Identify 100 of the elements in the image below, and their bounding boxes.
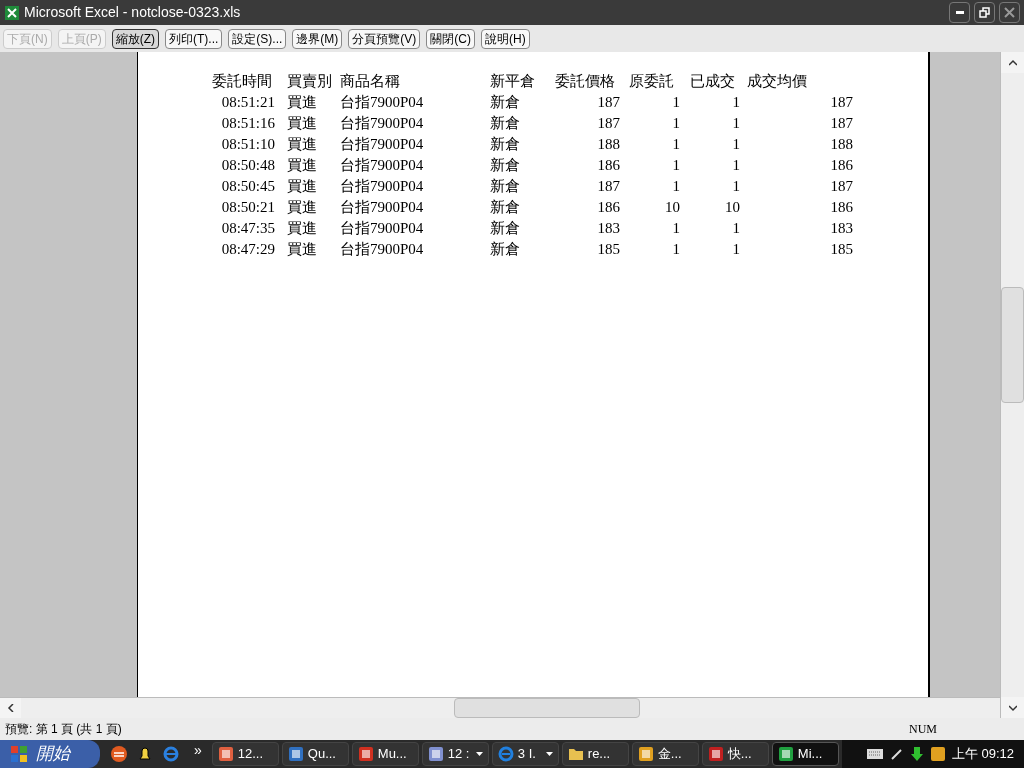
app-icon [217, 746, 234, 762]
app-icon [707, 746, 724, 762]
scroll-left-button[interactable] [0, 698, 21, 718]
table-cell-text: 買進 [286, 114, 318, 134]
table-cell-text: 1 [731, 114, 741, 134]
app-icon [777, 746, 794, 762]
table-cell-text: 08:50:21 [220, 198, 276, 218]
table-cell-text: 187 [596, 114, 621, 134]
table-cell-text: 1 [731, 156, 741, 176]
table-cell-text: 08:51:10 [220, 135, 276, 155]
vertical-scrollbar[interactable] [1000, 52, 1024, 718]
table-cell-text: 買進 [286, 240, 318, 260]
table-cell-text: 1 [671, 156, 681, 176]
taskbar-button[interactable]: 12 : [421, 742, 489, 766]
table-cell-text: 買進 [286, 156, 318, 176]
table-cell-text: 1 [671, 114, 681, 134]
table-cell-text: 187 [829, 93, 854, 113]
table-cell-text: 新倉 [489, 177, 521, 197]
column-header: 原委託 [628, 72, 675, 92]
num-lock-indicator: NUM [909, 721, 938, 738]
table-cell-text: 台指7900P04 [339, 219, 425, 239]
table-cell-text: 台指7900P04 [339, 177, 425, 197]
table-cell-text: 183 [829, 219, 854, 239]
start-button[interactable]: 開始 [0, 740, 100, 768]
table-cell-text: 1 [731, 219, 741, 239]
column-header: 委託價格 [554, 72, 616, 92]
pen-icon[interactable] [889, 747, 904, 761]
table-cell-text: 186 [829, 156, 854, 176]
table-cell-text: 08:50:48 [220, 156, 276, 176]
scroll-thumb[interactable] [1001, 287, 1024, 403]
table-cell-text: 買進 [286, 135, 318, 155]
windows-logo-icon [10, 745, 28, 763]
folder-icon [567, 747, 584, 761]
table-cell-text: 185 [596, 240, 621, 260]
table-cell-text: 1 [731, 240, 741, 260]
taskbar-button[interactable]: 3 I. [491, 742, 559, 766]
column-header: 買賣別 [286, 72, 333, 92]
table-cell-text: 買進 [286, 93, 318, 113]
caret-icon [545, 752, 553, 756]
taskbar-button[interactable]: Qu... [281, 742, 349, 766]
scroll-thumb[interactable] [454, 698, 640, 718]
toolbar-button[interactable]: 關閉(C) [426, 28, 475, 49]
table-cell-text: 新倉 [489, 93, 521, 113]
table-cell-text: 08:47:29 [220, 240, 276, 260]
table-cell-text: 1 [671, 177, 681, 197]
app-icon [637, 746, 654, 762]
restore-button[interactable] [974, 2, 995, 23]
taskbar-button[interactable]: 12... [211, 742, 279, 766]
table-cell-text: 買進 [286, 177, 318, 197]
table-cell-text: 台指7900P04 [339, 240, 425, 260]
table-cell-text: 台指7900P04 [339, 93, 425, 113]
taskbar-button[interactable]: re... [561, 742, 629, 766]
app-icon [357, 746, 374, 762]
minimize-button[interactable] [949, 2, 970, 23]
more-button[interactable]: » [194, 739, 202, 761]
table-cell-text: 台指7900P04 [339, 114, 425, 134]
taskbar-button[interactable]: 快... [701, 742, 769, 766]
app-icon[interactable] [929, 746, 946, 762]
column-header: 已成交 [689, 72, 736, 92]
window-title: Microsoft Excel - notclose-0323.xls [24, 3, 241, 22]
table-cell-text: 187 [596, 93, 621, 113]
taskbar-button[interactable]: 金... [631, 742, 699, 766]
down-arrow-icon[interactable] [909, 746, 924, 762]
toolbar-button[interactable]: 說明(H) [481, 28, 530, 49]
table-cell-text: 買進 [286, 198, 318, 218]
toolbar-button[interactable]: 邊界(M) [292, 28, 343, 49]
taskbar-button[interactable]: Mu... [351, 742, 419, 766]
column-header: 新平倉 [489, 72, 536, 92]
keyboard-icon[interactable] [865, 748, 884, 760]
table-cell-text: 1 [731, 93, 741, 113]
toolbar-button[interactable]: 縮放(Z) [111, 28, 159, 49]
toolbar-button[interactable]: 列印(T)... [165, 28, 223, 49]
browser-icon[interactable] [162, 745, 180, 763]
table-cell-text: 08:51:21 [220, 93, 276, 113]
circle-icon[interactable] [110, 745, 128, 763]
scroll-up-button[interactable] [1001, 52, 1024, 73]
table-cell-text: 187 [829, 177, 854, 197]
taskbar-button[interactable]: Mi... [771, 742, 839, 766]
table-cell-text: 08:50:45 [220, 177, 276, 197]
toolbar-button[interactable]: 設定(S)... [228, 28, 287, 49]
table-cell-text: 新倉 [489, 156, 521, 176]
table-cell-text: 08:51:16 [220, 114, 276, 134]
table-cell-text: 186 [829, 198, 854, 218]
close-button[interactable] [999, 2, 1020, 23]
table-cell-text: 新倉 [489, 114, 521, 134]
bell-icon[interactable] [136, 745, 154, 763]
table-cell-text: 1 [671, 93, 681, 113]
caret-icon [475, 752, 483, 756]
status-text: 預覽: 第 1 頁 (共 1 頁) [5, 721, 122, 738]
table-cell-text: 10 [664, 198, 681, 218]
horizontal-scrollbar[interactable] [0, 697, 1000, 718]
toolbar-button[interactable]: 分頁預覽(V) [348, 28, 421, 49]
clock: 上午 09:12 [951, 745, 1014, 764]
table-cell-text: 台指7900P04 [339, 135, 425, 155]
table-cell-text: 新倉 [489, 240, 521, 260]
app-icon [287, 746, 304, 762]
scroll-down-button[interactable] [1001, 697, 1024, 718]
spreadsheet-icon [4, 4, 20, 21]
table-cell-text: 10 [724, 198, 741, 218]
table-cell-text: 185 [829, 240, 854, 260]
